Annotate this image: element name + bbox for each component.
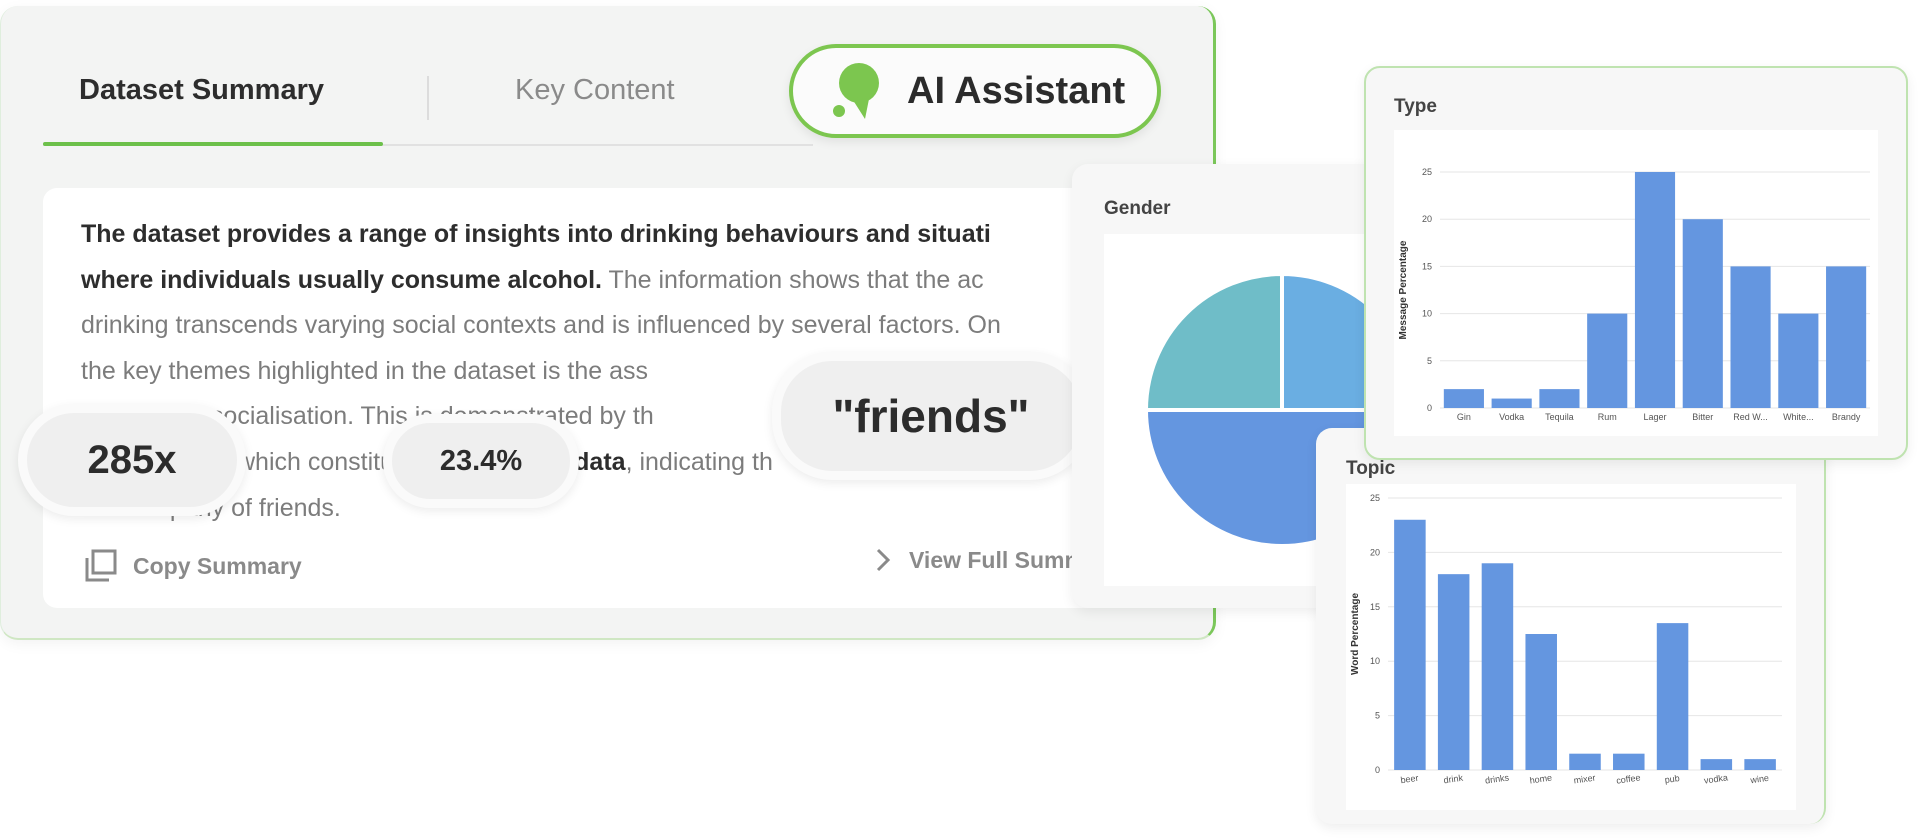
x-tick-label: vodka	[1703, 772, 1728, 785]
type-chart-area: 0 5 10 15 20 25 Message Percentage Gin Vodka Tequ…	[1394, 130, 1878, 436]
bar-vodka	[1491, 398, 1532, 408]
tab-bar: Dataset Summary Key Content	[43, 36, 813, 150]
x-tick-label: drinks	[1484, 772, 1510, 785]
y-tick-label: 10	[1370, 656, 1380, 666]
bar-tequila	[1539, 389, 1580, 408]
x-tick-label: Gin	[1457, 412, 1471, 422]
gender-chart-title: Gender	[1104, 198, 1171, 219]
y-tick-label: 15	[1370, 602, 1380, 612]
bar-pub	[1656, 623, 1689, 770]
type-chart-card: Type 0 5 10 15 20 25 Message Percentage Gin Vodk…	[1364, 66, 1908, 460]
topic-bar-chart: 0 5 10 15 20 25 Word Percentage beer drink drinks…	[1350, 493, 1782, 786]
percent-bubble: 23.4%	[383, 414, 579, 508]
y-tick-label: 25	[1422, 167, 1432, 177]
x-tick-label: Lager	[1643, 412, 1666, 422]
bar-bitter	[1682, 219, 1723, 408]
chevron-right-icon	[876, 548, 891, 572]
x-tick-label: home	[1529, 773, 1553, 786]
bar-home	[1525, 634, 1557, 770]
x-tick-label: Red W...	[1733, 412, 1768, 422]
y-tick-label: 0	[1375, 765, 1380, 775]
bar-mixer	[1569, 753, 1601, 770]
type-bar-chart: 0 5 10 15 20 25 Message Percentage Gin Vodka Tequ…	[1398, 167, 1870, 422]
x-tick-label: Tequila	[1545, 412, 1574, 422]
bar-vodka	[1700, 759, 1733, 770]
x-tick-label: wine	[1749, 773, 1770, 786]
summary-line-7: the company of friends.	[81, 493, 341, 522]
y-tick-label: 0	[1427, 403, 1432, 413]
x-tick-label: drink	[1443, 773, 1464, 786]
y-tick-label: 15	[1422, 261, 1432, 271]
x-tick-label: pub	[1664, 773, 1680, 785]
copy-summary-button[interactable]: Copy Summary	[83, 548, 302, 584]
bar-coffee	[1613, 753, 1645, 770]
x-tick-label: Bitter	[1692, 412, 1713, 422]
bar-lager	[1634, 172, 1676, 408]
y-tick-label: 25	[1370, 493, 1380, 503]
bar-redw	[1730, 266, 1771, 408]
topic-chart-card: Topic 0 5 10 15 20 25 Word Percentage beer drink…	[1316, 428, 1826, 824]
topic-chart-title: Topic	[1346, 458, 1396, 479]
y-axis-label: Word Percentage	[1350, 593, 1361, 675]
bar-gin	[1443, 389, 1484, 408]
y-tick-label: 5	[1427, 356, 1432, 366]
dataset-summary-panel: Dataset Summary Key Content AI Assistant…	[0, 6, 1216, 640]
summary-line-2: The information shows that the ac	[601, 265, 984, 294]
y-tick-label: 20	[1370, 547, 1380, 557]
view-full-summary-button[interactable]: View Full Summ	[873, 546, 1085, 574]
y-tick-label: 10	[1422, 309, 1432, 319]
keyword-bubble: "friends"	[772, 352, 1090, 480]
y-axis-label: Message Percentage	[1398, 240, 1409, 339]
copy-summary-label: Copy Summary	[133, 552, 302, 579]
active-tab-indicator	[43, 142, 383, 146]
x-tick-label: Rum	[1598, 412, 1617, 422]
y-tick-label: 5	[1375, 711, 1380, 721]
count-bubble: 285x	[18, 404, 246, 516]
view-full-summary-label: View Full Summ	[909, 546, 1085, 573]
tab-divider	[427, 76, 429, 120]
copy-icon	[85, 549, 117, 582]
summary-line-1: The dataset provides a range of insights…	[81, 220, 991, 248]
ai-assistant-label: AI Assistant	[907, 69, 1126, 112]
bar-beer	[1394, 519, 1426, 770]
tab-key-content[interactable]: Key Content	[515, 74, 675, 107]
ai-assistant-button[interactable]: AI Assistant	[789, 44, 1161, 138]
bar-brandy	[1826, 266, 1867, 408]
bar-wine	[1744, 759, 1776, 770]
pie-slice-0	[1143, 271, 1284, 412]
bar-white	[1778, 313, 1819, 408]
summary-line-2-bold: where individuals usually consume alcoho…	[81, 265, 602, 294]
y-tick-label: 20	[1422, 214, 1432, 224]
x-tick-label: Vodka	[1499, 412, 1524, 422]
x-tick-label: mixer	[1573, 773, 1596, 786]
bar-rum	[1587, 313, 1628, 408]
summary-line-6-rest: , indicating th	[625, 447, 773, 476]
x-tick-label: Brandy	[1832, 412, 1861, 422]
bar-drink	[1437, 574, 1470, 770]
x-tick-label: White...	[1783, 412, 1814, 422]
x-tick-label: beer	[1400, 773, 1419, 785]
topic-chart-area: 0 5 10 15 20 25 Word Percentage beer drink drinks…	[1346, 484, 1796, 810]
x-tick-label: coffee	[1616, 772, 1642, 785]
bar-drinks	[1481, 563, 1514, 770]
ai-assistant-icon	[829, 59, 885, 123]
tab-dataset-summary[interactable]: Dataset Summary	[79, 74, 324, 107]
summary-line-6-pre: which constitu	[237, 447, 395, 476]
type-chart-title: Type	[1394, 96, 1437, 117]
summary-line-3: drinking transcends varying social conte…	[81, 311, 1001, 340]
